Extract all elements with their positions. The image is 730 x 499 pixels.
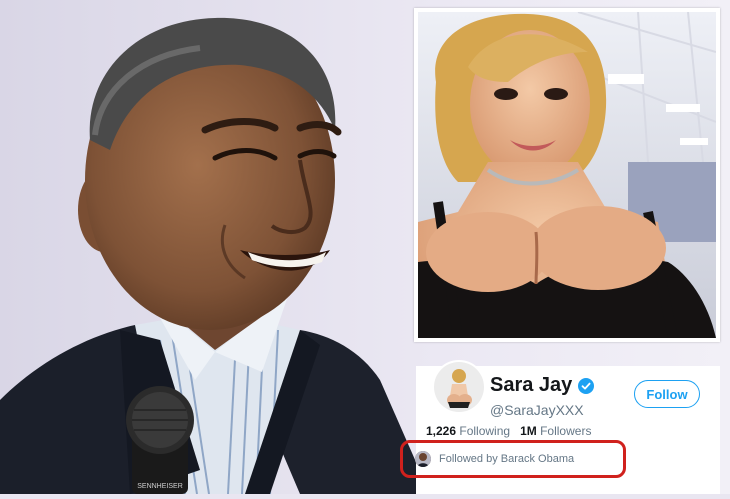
follower-avatar-icon <box>415 451 431 467</box>
follower-mini-avatar <box>415 451 431 467</box>
profile-avatar[interactable] <box>432 360 486 414</box>
profile-stats: 1,226 Following 1M Followers <box>426 424 591 438</box>
profile-display-name[interactable]: Sara Jay <box>490 374 572 397</box>
followed-by-text[interactable]: Followed by Barack Obama <box>439 453 574 465</box>
avatar-image <box>434 362 484 412</box>
followed-by-highlight: Followed by Barack Obama <box>400 440 626 478</box>
profile-handle: @SaraJayXXX <box>490 402 584 418</box>
selfie-photo <box>414 8 720 342</box>
following-stat[interactable]: 1,226 Following <box>426 424 510 438</box>
followers-count: 1M <box>520 424 537 438</box>
selfie-illustration <box>418 12 716 338</box>
followers-stat[interactable]: 1M Followers <box>520 424 591 438</box>
follow-button[interactable]: Follow <box>634 380 700 408</box>
following-count: 1,226 <box>426 424 457 438</box>
following-label: Following <box>459 424 511 438</box>
twitter-profile-card: Sara Jay @SaraJayXXX Follow 1,226 Follow… <box>400 360 720 494</box>
verified-badge-icon <box>578 377 595 394</box>
followers-label: Followers <box>540 424 592 438</box>
microphone-brand-text: SENNHEISER <box>137 483 183 490</box>
